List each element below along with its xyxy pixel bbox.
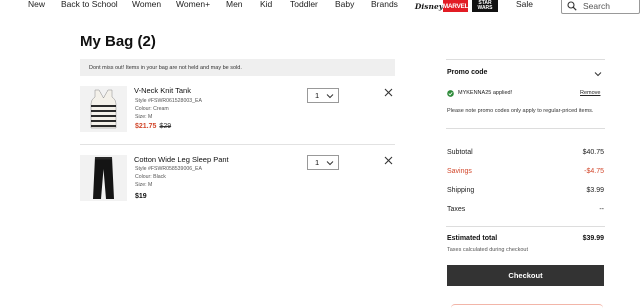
quantity-value: 1: [315, 91, 320, 100]
nav-item-toddler[interactable]: Toddler: [290, 0, 318, 9]
cart-item-1: V-Neck Knit Tank Style #FSWR061528003_EA…: [80, 86, 395, 144]
nav-item-men[interactable]: Men: [226, 0, 243, 9]
item-name[interactable]: V-Neck Knit Tank: [134, 86, 191, 95]
quantity-value: 1: [315, 158, 320, 167]
bag-notice: Dont miss out! Items in your bag are not…: [80, 59, 395, 76]
promo-remove-link[interactable]: Remove: [580, 90, 600, 96]
nav-item-women[interactable]: Women: [132, 0, 161, 9]
star-wars-logo[interactable]: STAR WARS: [472, 0, 498, 12]
taxes-value: --: [599, 206, 604, 213]
item-size: Size: M: [135, 114, 153, 120]
subtotal-value: $40.75: [582, 149, 604, 156]
disney-logo[interactable]: Disney: [415, 0, 443, 12]
search-box[interactable]: [561, 0, 640, 14]
nav-item-back-to-school[interactable]: Back to School: [61, 0, 118, 9]
search-input[interactable]: [583, 0, 633, 11]
pants-illustration: [93, 157, 114, 199]
promo-code-panel: Promo code MYKENNA25 applied! Remove Ple…: [446, 59, 605, 129]
savings-label: Savings: [447, 168, 472, 175]
check-circle-icon: [447, 90, 454, 97]
summary-divider: [446, 226, 605, 227]
item-name[interactable]: Cotton Wide Leg Sleep Pant: [134, 155, 229, 164]
chevron-down-icon: [326, 161, 334, 166]
tank-top-illustration: [90, 89, 117, 129]
top-nav: New Back to School Women Women+ Men Kid …: [0, 0, 640, 20]
quantity-select[interactable]: 1: [307, 88, 339, 103]
quantity-select[interactable]: 1: [307, 155, 339, 170]
nav-item-women-plus[interactable]: Women+: [176, 0, 210, 9]
original-price: $29: [159, 123, 172, 130]
item-colour: Colour: Cream: [135, 106, 169, 112]
product-image-knit-tank[interactable]: [80, 86, 127, 132]
item-size: Size: M: [135, 182, 153, 188]
secondary-payment-button[interactable]: [451, 304, 603, 308]
savings-value: -$4.75: [584, 168, 604, 175]
nav-item-brands[interactable]: Brands: [371, 0, 398, 9]
nav-item-new[interactable]: New: [28, 0, 45, 9]
nav-item-kid[interactable]: Kid: [260, 0, 272, 9]
nav-item-baby[interactable]: Baby: [335, 0, 354, 9]
item-divider: [80, 144, 395, 145]
checkout-button[interactable]: Checkout: [447, 265, 604, 286]
close-icon[interactable]: [384, 156, 393, 165]
page-title: My Bag (2): [80, 33, 156, 50]
search-icon: [567, 0, 577, 11]
item-price: $21.75 $29: [135, 123, 171, 130]
item-style: Style #FSWR061528003_EA: [135, 98, 202, 104]
subtotal-label: Subtotal: [447, 149, 473, 156]
taxes-label: Taxes: [447, 206, 466, 213]
chevron-down-icon: [326, 94, 334, 99]
chevron-down-icon[interactable]: [594, 70, 602, 78]
promo-note: Please note promo codes only apply to re…: [447, 108, 594, 114]
shipping-label: Shipping: [447, 187, 475, 194]
sale-price: $21.75: [135, 123, 157, 130]
item-colour: Colour: Black: [135, 174, 166, 180]
cart-item-2: Cotton Wide Leg Sleep Pant Style #FSWR05…: [80, 155, 395, 213]
shipping-value: $3.99: [586, 187, 604, 194]
marvel-logo[interactable]: MARVEL: [443, 0, 469, 12]
item-price: $19: [135, 193, 147, 200]
product-image-sleep-pant[interactable]: [80, 155, 127, 201]
close-icon[interactable]: [384, 88, 393, 97]
estimated-total-label: Estimated total: [447, 235, 498, 242]
promo-code-title[interactable]: Promo code: [447, 69, 487, 76]
tax-note: Taxes calculated during checkout: [447, 247, 529, 253]
nav-item-sale[interactable]: Sale: [516, 0, 533, 9]
estimated-total-value: $39.99: [582, 235, 604, 242]
promo-applied-text: MYKENNA25 applied!: [458, 90, 513, 96]
item-style: Style #FSWR058539006_EA: [135, 166, 202, 172]
